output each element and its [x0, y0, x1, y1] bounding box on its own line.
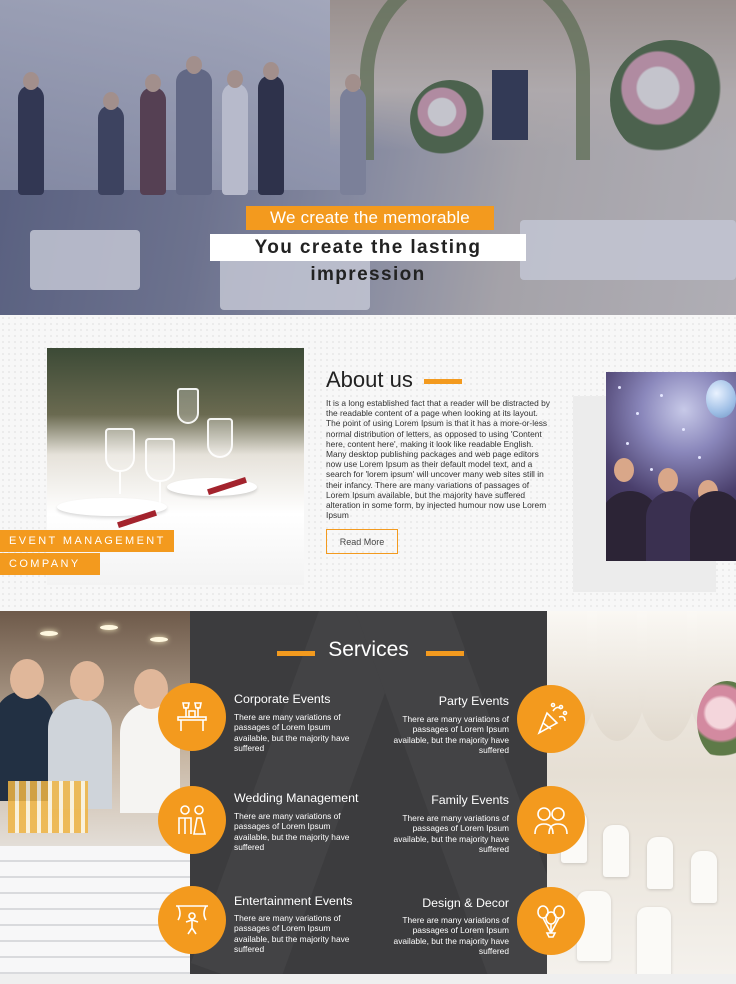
- confetti: [618, 386, 621, 389]
- confetti: [636, 412, 639, 415]
- party-guest-face: [658, 468, 678, 492]
- confetti: [682, 428, 685, 431]
- confetti: [698, 456, 701, 459]
- service-title-party: Party Events: [438, 694, 509, 708]
- wine-glass-stem: [159, 482, 161, 504]
- about-title-underline: [424, 379, 462, 384]
- wedding-couple-icon: [158, 786, 226, 854]
- wine-glass: [207, 418, 233, 458]
- party-popper-icon: [517, 685, 585, 753]
- about-body: It is a long established fact that a rea…: [326, 398, 550, 521]
- service-title-decor: Design & Decor: [422, 896, 509, 910]
- footer-strip: [0, 974, 736, 984]
- service-title-family: Family Events: [431, 793, 509, 807]
- hero-banner: We create the memorable event... You cre…: [0, 0, 736, 315]
- services-heading-line-right: [426, 651, 464, 656]
- service-desc-entertainment: There are many variations of passages of…: [234, 913, 350, 955]
- banquet-chair: [647, 837, 673, 889]
- wine-glass-stem: [119, 472, 121, 494]
- service-title-wedding: Wedding Management: [234, 791, 359, 805]
- company-label-line2: COMPANY: [0, 553, 100, 575]
- service-desc-wedding: There are many variations of passages of…: [234, 811, 350, 853]
- table-dinner-icon: [158, 683, 226, 751]
- stage-performer-icon: [158, 886, 226, 954]
- service-desc-party: There are many variations of passages of…: [393, 714, 509, 756]
- about-title: About us: [326, 367, 413, 392]
- banquet-chair: [691, 851, 717, 903]
- confetti: [660, 394, 663, 397]
- service-title-corporate: Corporate Events: [234, 692, 331, 706]
- ceiling-light: [40, 631, 58, 636]
- ceiling-light: [150, 637, 168, 642]
- guest-face: [70, 661, 104, 701]
- ceiling-light: [100, 625, 118, 630]
- hero-tagline: We create the memorable event...: [246, 206, 494, 251]
- party-photo: [606, 372, 736, 561]
- service-desc-decor: There are many variations of passages of…: [393, 915, 509, 957]
- service-title-entertainment: Entertainment Events: [234, 894, 353, 908]
- company-label-line1: EVENT MANAGEMENT: [0, 530, 174, 552]
- guest-face: [10, 659, 44, 699]
- banquet-chair: [603, 825, 629, 877]
- services-section: [0, 611, 736, 974]
- read-more-button[interactable]: Read More: [326, 529, 398, 554]
- champagne-glasses: [8, 781, 88, 833]
- service-desc-family: There are many variations of passages of…: [393, 813, 509, 855]
- wine-glass: [105, 428, 135, 472]
- party-balloon: [706, 380, 736, 418]
- service-desc-corporate: There are many variations of passages of…: [234, 712, 350, 754]
- wine-glass: [177, 388, 199, 424]
- party-crowd: [690, 491, 736, 561]
- banquet-chair: [637, 907, 671, 974]
- confetti: [626, 442, 629, 445]
- balloons-decor-icon: [517, 887, 585, 955]
- family-icon: [517, 786, 585, 854]
- services-heading: Services: [328, 638, 409, 661]
- party-guest-face: [614, 458, 634, 482]
- confetti: [650, 468, 653, 471]
- hero-title: You create the lasting impression: [210, 234, 526, 285]
- wine-glass: [145, 438, 175, 482]
